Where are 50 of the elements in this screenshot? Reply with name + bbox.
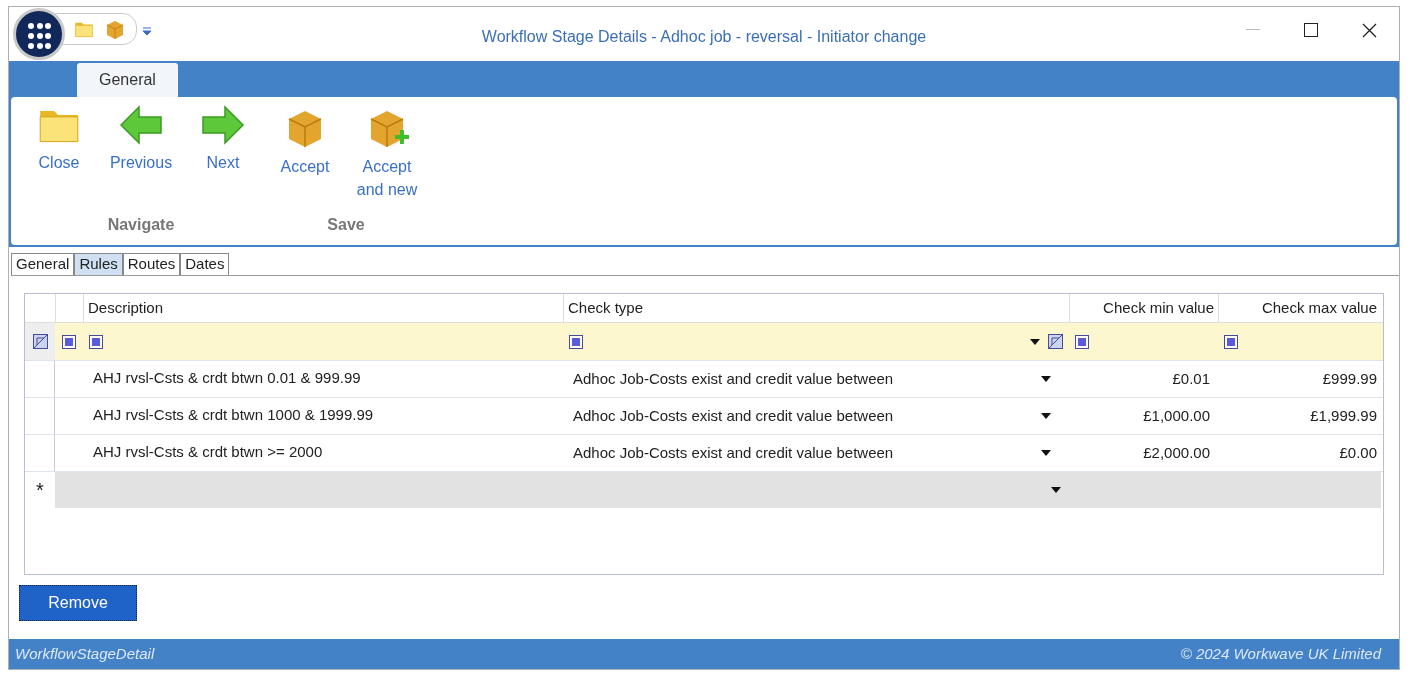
filter-operator-icon[interactable] [569, 334, 583, 349]
status-text: WorkflowStageDetail [15, 643, 155, 664]
ribbon-button[interactable]: Previous [107, 105, 175, 174]
ribbon-button[interactable]: Accept and new [353, 105, 421, 201]
table-cell-text: Adhoc Job-Costs exist and credit value between [573, 405, 894, 426]
table-cell-text: Adhoc Job-Costs exist and credit value between [573, 442, 894, 463]
ribbon-group-label: Navigate [107, 215, 175, 235]
window-title: Workflow Stage Details - Adhoc job - reversal - Initiator change [481, 27, 927, 47]
ribbon-group-label: Save [327, 215, 365, 235]
column-header[interactable]: Check max value [1218, 294, 1381, 322]
ribbon-button[interactable]: Next [189, 105, 257, 174]
table-cell-text: £2,000.00 [1142, 442, 1211, 463]
table-cell-text: AHJ rvsl-Csts & crdt btwn >= 2000 [92, 442, 324, 462]
dropdown-caret-icon[interactable] [1041, 413, 1051, 419]
dropdown-caret-icon[interactable] [1041, 450, 1051, 456]
column-header[interactable]: Check min value [1069, 294, 1218, 322]
right-arrow-icon [201, 105, 245, 145]
clear-filter-icon[interactable] [1048, 334, 1063, 349]
left-arrow-icon [119, 105, 163, 145]
maximize-icon[interactable] [1304, 23, 1318, 37]
ribbon-button[interactable]: Close [25, 105, 93, 174]
table-cell-text: AHJ rvsl-Csts & crdt btwn 0.01 & 999.99 [92, 368, 362, 388]
table-cell-text: £1,000.00 [1142, 405, 1211, 426]
dropdown-caret-icon[interactable] [1041, 376, 1051, 382]
table-cell-text: £1,999.99 [1309, 405, 1378, 426]
close-icon[interactable] [1362, 22, 1377, 38]
tab[interactable]: Dates [180, 253, 230, 275]
table-cell-text: £999.99 [1321, 368, 1378, 389]
copyright-text: © 2024 Workwave UK Limited [1180, 643, 1381, 664]
ribbon-tab[interactable]: General [77, 63, 178, 97]
table-cell-text: AHJ rvsl-Csts & crdt btwn 1000 & 1999.99 [92, 405, 375, 425]
column-header[interactable]: Check type [563, 294, 1069, 322]
filter-operator-icon[interactable] [1075, 334, 1089, 349]
customize-toolbar-icon[interactable] [143, 27, 151, 35]
clear-filter-icon[interactable] [32, 334, 48, 349]
dropdown-caret-icon[interactable] [1051, 487, 1061, 493]
filter-operator-icon[interactable] [62, 334, 76, 349]
column-header[interactable]: Description [83, 294, 563, 322]
app-menu-button[interactable] [13, 8, 65, 60]
filter-operator-icon[interactable] [1224, 334, 1238, 349]
tab[interactable]: Routes [122, 253, 181, 275]
filter-dropdown-caret-icon[interactable] [1030, 338, 1040, 345]
filter-operator-icon[interactable] [89, 334, 103, 349]
remove-button[interactable]: Remove [19, 585, 137, 621]
tab[interactable]: General [11, 253, 75, 275]
table-cell-text: £0.01 [1171, 368, 1211, 389]
ribbon-button[interactable]: Accept [271, 105, 339, 178]
tab[interactable]: Rules [74, 253, 123, 275]
table-cell-text: Adhoc Job-Costs exist and credit value between [573, 368, 894, 389]
table-cell-text: £0.00 [1338, 442, 1378, 463]
